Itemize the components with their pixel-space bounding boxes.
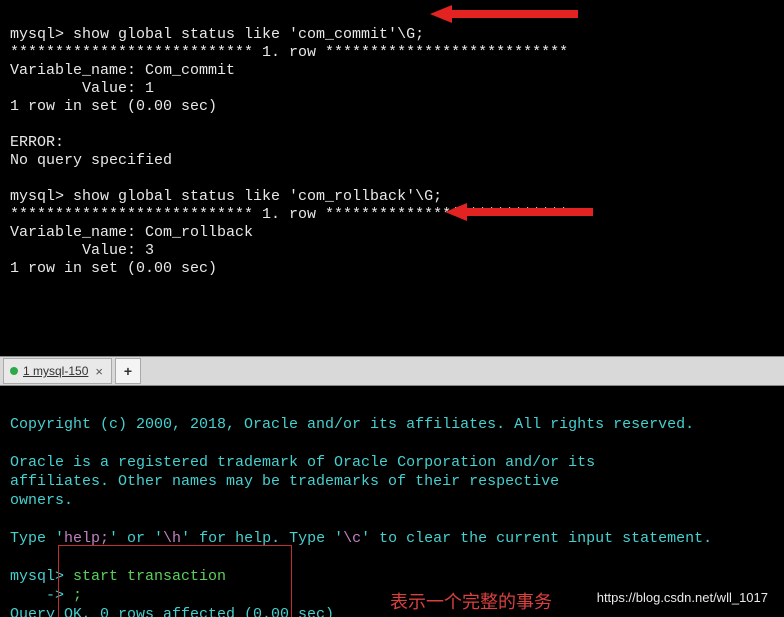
trademark-line: owners.: [10, 492, 73, 509]
mysql-prompt-line: mysql> show global status like 'com_comm…: [10, 26, 424, 43]
row-separator: *************************** 1. row *****…: [10, 206, 568, 223]
tab-mysql-150[interactable]: 1 mysql-150 ×: [3, 358, 112, 384]
value-line: Value: 3: [10, 242, 154, 259]
tab-close-icon[interactable]: ×: [93, 364, 105, 379]
terminal-pane-top[interactable]: mysql> show global status like 'com_comm…: [0, 0, 784, 356]
tab-label: 1 mysql-150: [23, 364, 88, 378]
rows-summary: 1 row in set (0.00 sec): [10, 260, 217, 277]
mysql-prompt-line: mysql> start transaction: [10, 568, 226, 585]
mysql-continuation-line: -> ;: [10, 587, 82, 604]
query-ok-line: Query OK, 0 rows affected (0.00 sec): [10, 606, 334, 617]
trademark-line: affiliates. Other names may be trademark…: [10, 473, 559, 490]
variable-name-line: Variable_name: Com_commit: [10, 62, 235, 79]
mysql-prompt-line: mysql> show global status like 'com_roll…: [10, 188, 442, 205]
annotation-arrow-icon: [430, 2, 580, 26]
trademark-line: Oracle is a registered trademark of Orac…: [10, 454, 595, 471]
row-separator: *************************** 1. row *****…: [10, 44, 568, 61]
watermark-text: https://blog.csdn.net/wll_1017: [597, 590, 768, 605]
error-message: No query specified: [10, 152, 172, 169]
tab-add-button[interactable]: +: [115, 358, 141, 384]
error-header: ERROR:: [10, 134, 64, 151]
variable-name-line: Variable_name: Com_rollback: [10, 224, 253, 241]
help-line: Type 'help;' or '\h' for help. Type '\c'…: [10, 530, 712, 547]
terminal-pane-bottom[interactable]: Copyright (c) 2000, 2018, Oracle and/or …: [0, 386, 784, 617]
value-line: Value: 1: [10, 80, 154, 97]
copyright-line: Copyright (c) 2000, 2018, Oracle and/or …: [10, 416, 694, 433]
rows-summary: 1 row in set (0.00 sec): [10, 98, 217, 115]
status-dot-icon: [10, 367, 18, 375]
annotation-text: 表示一个完整的事务: [390, 593, 552, 612]
tab-bar: 1 mysql-150 × +: [0, 356, 784, 386]
